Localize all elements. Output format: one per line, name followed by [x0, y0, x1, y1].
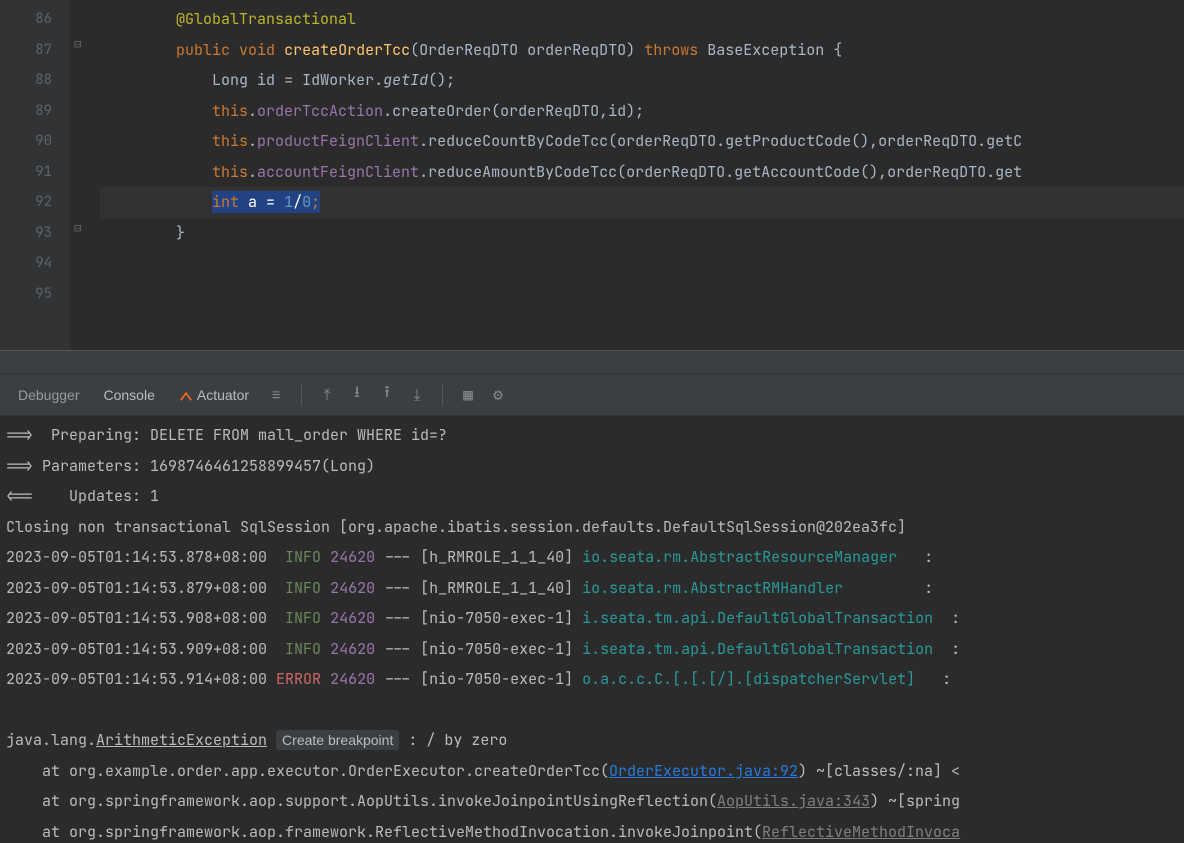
log-level: INFO [285, 608, 321, 628]
line-number: 87 [0, 35, 52, 66]
log-line: 2023-09-05T01:14:53.914+08:00 ERROR 2462… [6, 664, 1178, 695]
up-icon[interactable]: ⤒ [314, 382, 340, 408]
tool-window-tabs: Debugger Console Actuator ≡ ⤒ ⭳ ⭱ ⤓ ▦ ⚙ [0, 374, 1184, 416]
keyword: void [239, 40, 275, 60]
keyword: throws [644, 40, 698, 60]
console-line: Closing non transactional SqlSession [or… [6, 512, 1178, 543]
log-level: INFO [285, 578, 321, 598]
log-line: 2023-09-05T01:14:53.878+08:00 INFO 24620… [6, 542, 1178, 573]
code-line[interactable]: @GlobalTransactional [100, 4, 1184, 35]
line-number: 95 [0, 279, 52, 310]
stack-frame: at org.example.order.app.executor.OrderE… [6, 756, 1178, 787]
number: 1 [284, 192, 293, 212]
log-line: 2023-09-05T01:14:53.909+08:00 INFO 24620… [6, 634, 1178, 665]
exception-type: BaseException [707, 40, 824, 60]
pid: 24620 [330, 578, 375, 598]
settings-icon[interactable]: ⚙ [485, 382, 511, 408]
keyword: this [212, 162, 248, 182]
jump-icon[interactable]: ⤓ [404, 382, 430, 408]
method-name: createOrderTcc [284, 40, 410, 60]
line-number: 86 [0, 4, 52, 35]
logger-name: i.seata.tm.api.DefaultGlobalTransaction [582, 639, 933, 659]
type: Long [212, 70, 248, 90]
keyword: public [176, 40, 230, 60]
logger-name: i.seata.tm.api.DefaultGlobalTransaction [582, 608, 933, 628]
log-line: 2023-09-05T01:14:53.908+08:00 INFO 24620… [6, 603, 1178, 634]
actuator-icon [179, 388, 193, 402]
fold-close-icon[interactable]: ⊟ [74, 220, 81, 236]
console-line: ==> Parameters: 1698746461258899457(Long… [6, 451, 1178, 482]
code-line[interactable]: } [100, 218, 1184, 249]
keyword: this [212, 131, 248, 151]
logger-name: io.seata.rm.AbstractResourceManager [582, 547, 897, 567]
number: 0 [302, 192, 311, 212]
code-line[interactable]: public void createOrderTcc(OrderReqDTO o… [100, 35, 1184, 66]
keyword: int [212, 192, 239, 212]
line-number: 88 [0, 65, 52, 96]
stack-frame: at org.springframework.aop.support.AopUt… [6, 786, 1178, 817]
punct: ; [311, 192, 320, 212]
code-line[interactable]: this.orderTccAction.createOrder(orderReq… [100, 96, 1184, 127]
pid: 24620 [330, 669, 375, 689]
code-area[interactable]: @GlobalTransactional public void createO… [100, 0, 1184, 350]
static-call: getId [383, 70, 428, 90]
field: productFeignClient [257, 131, 419, 151]
stack-frame: at org.springframework.aop.framework.Ref… [6, 817, 1178, 843]
code-line[interactable]: this.productFeignClient.reduceCountByCod… [100, 126, 1184, 157]
annotation: @GlobalTransactional [176, 9, 356, 29]
pane-splitter[interactable] [0, 350, 1184, 374]
upload-icon[interactable]: ⭱ [374, 382, 400, 408]
param-type: OrderReqDTO [419, 40, 518, 60]
code-line-current[interactable]: int a = 1/0; [100, 187, 1184, 218]
log-level-error: ERROR [276, 669, 321, 689]
log-level: INFO [285, 547, 321, 567]
console-line: ==> Preparing: DELETE FROM mall_order WH… [6, 420, 1178, 451]
create-breakpoint-hint[interactable]: Create breakpoint [276, 730, 399, 750]
stack-link[interactable]: OrderExecutor.java:92 [609, 761, 798, 781]
line-number: 93 [0, 218, 52, 249]
console-output[interactable]: ==> Preparing: DELETE FROM mall_order WH… [0, 416, 1184, 843]
console-line [6, 695, 1178, 726]
calculator-icon[interactable]: ▦ [455, 382, 481, 408]
tab-debugger[interactable]: Debugger [6, 383, 92, 407]
logger-name: o.a.c.c.C.[.[.[/].[dispatcherServlet] [582, 669, 915, 689]
keyword: this [212, 101, 248, 121]
log-level: INFO [285, 639, 321, 659]
pid: 24620 [330, 639, 375, 659]
fold-open-icon[interactable]: ⊟ [74, 36, 81, 52]
divider [301, 384, 302, 406]
line-number-gutter: 86 87 88 89 90 91 92 93 94 95 [0, 0, 70, 350]
list-icon[interactable]: ≡ [263, 382, 289, 408]
line-number: 89 [0, 96, 52, 127]
code-line[interactable] [100, 279, 1184, 310]
line-number: 94 [0, 248, 52, 279]
exception-line: java.lang.ArithmeticException Create bre… [6, 725, 1178, 756]
field: accountFeignClient [257, 162, 419, 182]
fold-column: ⊟ ⊟ [70, 0, 100, 350]
code-line[interactable]: Long id = IdWorker.getId(); [100, 65, 1184, 96]
tab-actuator[interactable]: Actuator [167, 383, 261, 407]
console-line: <== Updates: 1 [6, 481, 1178, 512]
download-icon[interactable]: ⭳ [344, 382, 370, 408]
line-number: 91 [0, 157, 52, 188]
logger-name: io.seata.rm.AbstractRMHandler [582, 578, 843, 598]
log-line: 2023-09-05T01:14:53.879+08:00 INFO 24620… [6, 573, 1178, 604]
line-number: 90 [0, 126, 52, 157]
code-line[interactable] [100, 248, 1184, 279]
divider [442, 384, 443, 406]
param-name: orderReqDTO [527, 40, 626, 60]
tab-console[interactable]: Console [92, 383, 167, 407]
tab-actuator-label: Actuator [197, 387, 249, 403]
field: orderTccAction [257, 101, 383, 121]
line-number: 92 [0, 187, 52, 218]
stack-link[interactable]: ReflectiveMethodInvoca [762, 822, 960, 842]
stack-link[interactable]: AopUtils.java:343 [717, 791, 870, 811]
exception-class[interactable]: ArithmeticException [96, 730, 267, 750]
code-editor[interactable]: 86 87 88 89 90 91 92 93 94 95 ⊟ ⊟ @Globa… [0, 0, 1184, 350]
code-line[interactable]: this.accountFeignClient.reduceAmountByCo… [100, 157, 1184, 188]
pid: 24620 [330, 608, 375, 628]
pid: 24620 [330, 547, 375, 567]
